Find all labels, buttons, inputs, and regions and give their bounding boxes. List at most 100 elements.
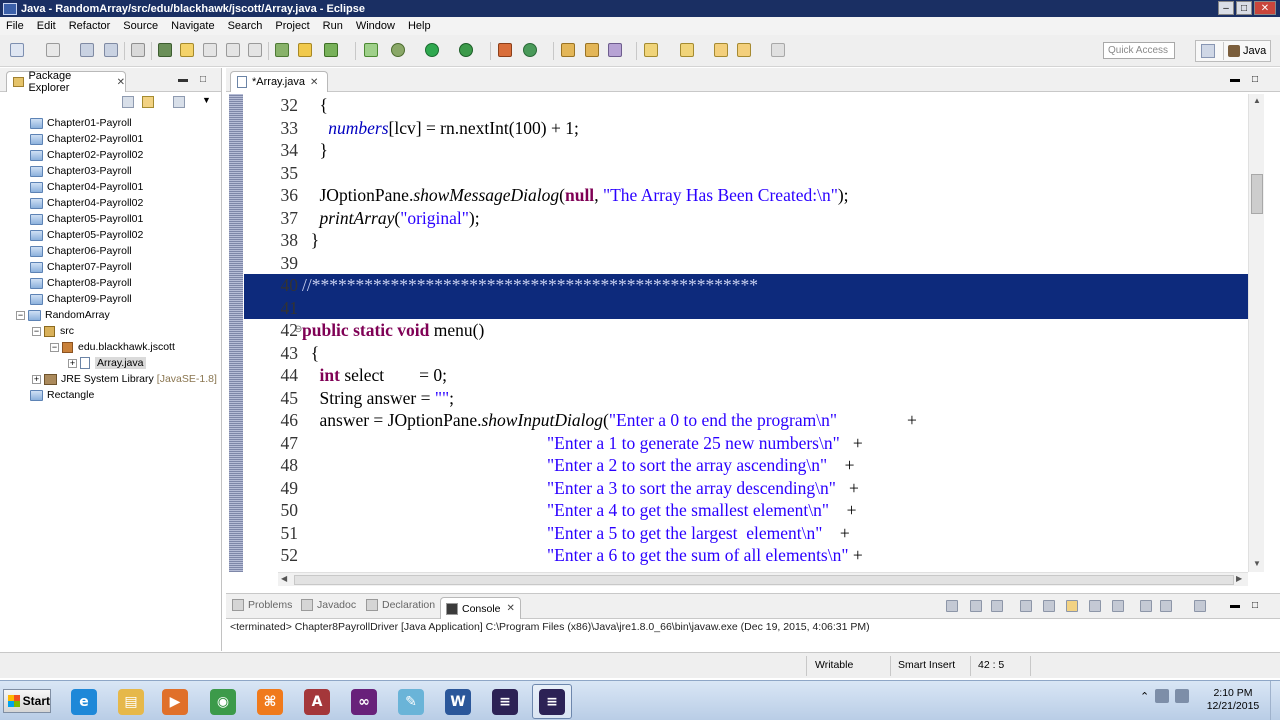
next-annotation-icon[interactable]	[644, 43, 658, 57]
tree-item-library[interactable]: + JRE System Library [JavaSE-1.8]	[32, 371, 217, 387]
tree-item-project[interactable]: Chapter02-Payroll02	[30, 147, 143, 163]
code-line[interactable]: 39	[244, 252, 1248, 275]
menu-edit[interactable]: Edit	[37, 20, 56, 32]
taskbar-app-button[interactable]: ▶	[155, 684, 195, 719]
scroll-right-icon[interactable]: ▶	[1236, 574, 1242, 583]
show-console-stdout-icon[interactable]	[1089, 600, 1101, 612]
code-text-area[interactable]: 32 {33 numbers[lcv] = rn.nextInt(100) + …	[244, 94, 1248, 572]
code-line[interactable]: 41	[244, 296, 1248, 319]
last-edit-location-icon[interactable]	[714, 43, 728, 57]
menu-project[interactable]: Project	[275, 20, 309, 32]
display-console-icon[interactable]	[1160, 600, 1172, 612]
maximize-view-icon[interactable]: □	[200, 74, 206, 85]
open-type-icon[interactable]	[158, 43, 172, 57]
tree-item-project[interactable]: Chapter04-Payroll01	[30, 179, 143, 195]
collapse-toggle-icon[interactable]: −	[50, 342, 59, 352]
run-icon[interactable]	[425, 43, 439, 57]
code-line[interactable]: 42 ⊖ public static void menu()	[244, 319, 1248, 342]
tab-console[interactable]: Console ✕	[440, 597, 521, 619]
clear-console-icon[interactable]	[1020, 600, 1032, 612]
menu-window[interactable]: Window	[356, 20, 395, 32]
scroll-left-icon[interactable]: ◀	[281, 574, 287, 583]
code-line[interactable]: 35	[244, 162, 1248, 185]
tree-item-project[interactable]: Chapter06-Payroll	[30, 243, 132, 259]
highlight-occurrences-icon[interactable]	[180, 43, 194, 57]
menu-navigate[interactable]: Navigate	[171, 20, 214, 32]
taskbar-app-button[interactable]: ≡	[532, 684, 572, 719]
code-line[interactable]: 52 "Enter a 6 to get the sum of all elem…	[244, 544, 1248, 567]
save-icon[interactable]	[80, 43, 94, 57]
tree-item-project[interactable]: Rectangle	[30, 387, 94, 403]
editor-tab-array-java[interactable]: *Array.java ✕	[230, 71, 328, 92]
menu-refactor[interactable]: Refactor	[69, 20, 111, 32]
code-line[interactable]: 51 "Enter a 5 to get the largest element…	[244, 522, 1248, 545]
package-explorer-tab[interactable]: Package Explorer ✕	[6, 70, 126, 94]
code-line[interactable]: 37 printArray("original");	[244, 207, 1248, 230]
minimize-view-icon[interactable]: ▬	[1230, 74, 1240, 85]
open-task-icon[interactable]	[298, 43, 312, 57]
show-desktop-button[interactable]	[1270, 681, 1280, 720]
minimize-view-icon[interactable]: ▬	[1230, 600, 1240, 611]
maximize-view-icon[interactable]: □	[1252, 600, 1258, 611]
volume-icon[interactable]	[1175, 689, 1190, 703]
code-line[interactable]: 34 }	[244, 139, 1248, 162]
collapse-toggle-icon[interactable]: −	[32, 326, 41, 336]
open-console-icon[interactable]	[1194, 600, 1206, 612]
show-console-stderr-icon[interactable]	[1112, 600, 1124, 612]
toggle-mark-icon[interactable]	[203, 43, 217, 57]
taskbar-app-button[interactable]: ∞	[344, 684, 384, 719]
tree-item-file-selected[interactable]: + Array.java	[68, 355, 146, 371]
scrollbar-thumb[interactable]	[294, 575, 1234, 585]
tree-item-project[interactable]: Chapter05-Payroll01	[30, 211, 143, 227]
remove-all-launches-icon[interactable]	[991, 600, 1003, 612]
tab-declaration[interactable]: Declaration	[366, 599, 435, 611]
editor-vertical-scrollbar[interactable]: ▲ ▼	[1248, 94, 1264, 572]
minimize-button[interactable]: –	[1218, 1, 1234, 15]
show-whitespace-icon[interactable]	[248, 43, 262, 57]
debug-icon[interactable]	[391, 43, 405, 57]
code-line[interactable]: 36 JOptionPane.showMessageDialog(null, "…	[244, 184, 1248, 207]
menu-source[interactable]: Source	[123, 20, 158, 32]
expand-toggle-icon[interactable]: +	[32, 374, 41, 384]
block-selection-icon[interactable]	[226, 43, 240, 57]
java-perspective-button[interactable]: Java	[1223, 42, 1266, 60]
new-java-class-icon[interactable]	[523, 43, 537, 57]
code-line[interactable]: 48 "Enter a 2 to sort the array ascendin…	[244, 454, 1248, 477]
taskbar-app-button[interactable]: ▤	[111, 684, 151, 719]
new-java-project-icon[interactable]	[364, 43, 378, 57]
code-line[interactable]: 33 numbers[lcv] = rn.nextInt(100) + 1;	[244, 117, 1248, 140]
link-with-editor-icon[interactable]	[142, 96, 154, 108]
scroll-up-icon[interactable]: ▲	[1253, 96, 1261, 105]
code-line[interactable]: 47 "Enter a 1 to generate 25 new numbers…	[244, 432, 1248, 455]
build-icon[interactable]	[275, 43, 289, 57]
close-button[interactable]: ✕	[1254, 1, 1276, 15]
code-line[interactable]: 50 "Enter a 4 to get the smallest elemen…	[244, 499, 1248, 522]
menu-run[interactable]: Run	[323, 20, 343, 32]
word-wrap-icon[interactable]	[1066, 600, 1078, 612]
close-icon[interactable]: ✕	[117, 77, 125, 88]
taskbar-clock[interactable]: 2:10 PM 12/21/2015	[1203, 687, 1263, 713]
tree-item-project[interactable]: Chapter07-Payroll	[30, 259, 132, 275]
tree-item-project[interactable]: Chapter02-Payroll01	[30, 131, 143, 147]
code-line[interactable]: 45 String answer = "";	[244, 387, 1248, 410]
scroll-lock-icon[interactable]	[1043, 600, 1055, 612]
tab-javadoc[interactable]: Javadoc	[301, 599, 356, 611]
collapse-all-icon[interactable]	[122, 96, 134, 108]
tree-item-package[interactable]: − edu.blackhawk.jscott	[50, 339, 175, 355]
forward-icon[interactable]	[771, 43, 785, 57]
chevron-down-icon[interactable]: ▼	[202, 95, 211, 105]
close-icon[interactable]: ✕	[507, 603, 515, 614]
taskbar-app-button[interactable]: A	[297, 684, 337, 719]
expand-toggle-icon[interactable]: +	[68, 358, 77, 368]
tree-item-project-expanded[interactable]: − RandomArray	[16, 307, 110, 323]
tree-item-project[interactable]: Chapter05-Payroll02	[30, 227, 143, 243]
tree-item-source-folder[interactable]: − src	[32, 323, 74, 339]
previous-annotation-icon[interactable]	[680, 43, 694, 57]
tree-item-project[interactable]: Chapter09-Payroll	[30, 291, 132, 307]
menu-file[interactable]: File	[6, 20, 24, 32]
skip-breakpoints-icon[interactable]	[131, 43, 145, 57]
code-line[interactable]: 49 "Enter a 3 to sort the array descendi…	[244, 477, 1248, 500]
new-java-package-icon[interactable]	[498, 43, 512, 57]
open-folder-icon[interactable]	[561, 43, 575, 57]
minimize-view-icon[interactable]: ▬	[178, 74, 188, 85]
